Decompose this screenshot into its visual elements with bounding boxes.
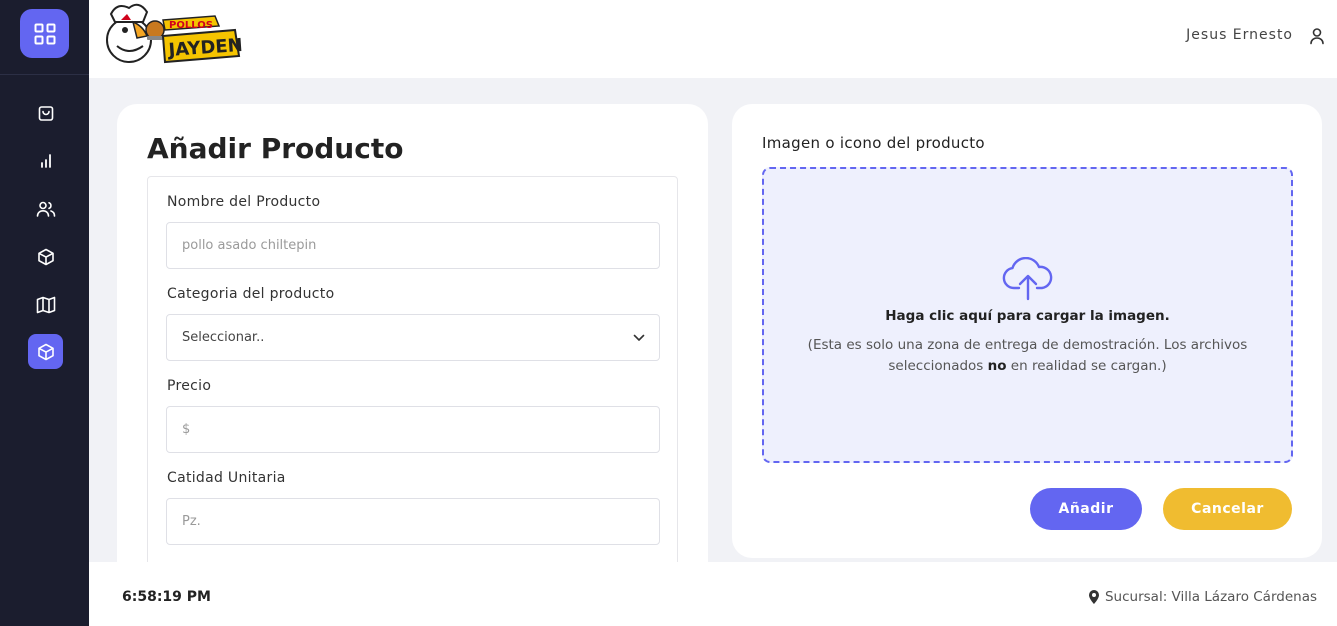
brand-logo[interactable]: POLLOS JAYDEN (97, 2, 243, 66)
category-select[interactable]: Seleccionar.. (166, 314, 660, 361)
image-label: Imagen o icono del producto (762, 134, 985, 152)
sidebar-item-branches[interactable] (28, 287, 63, 322)
cloud-upload-icon (1002, 257, 1053, 301)
sidebar-item-products[interactable] (28, 239, 63, 274)
brand-top-text: POLLOS (169, 20, 213, 31)
image-dropzone[interactable]: Haga clic aquí para cargar la imagen. (E… (762, 167, 1293, 463)
map-icon (36, 296, 55, 313)
category-label: Categoria del producto (167, 286, 335, 302)
top-header: POLLOS JAYDEN Jesus Ernesto (89, 0, 1337, 78)
users-icon (36, 201, 55, 217)
sidebar-divider (0, 74, 89, 75)
sidebar (0, 0, 89, 626)
sidebar-item-users[interactable] (28, 191, 63, 226)
cancel-button[interactable]: Cancelar (1163, 488, 1292, 530)
page-title: Añadir Producto (147, 132, 404, 165)
product-name-input[interactable] (166, 222, 660, 269)
product-form: Nombre del Producto Categoria del produc… (147, 176, 678, 584)
product-form-card: Añadir Producto Nombre del Producto Cate… (117, 104, 708, 584)
price-input[interactable] (166, 406, 660, 453)
category-selected-value: Seleccionar.. (182, 330, 265, 345)
sidebar-item-add-product[interactable] (28, 334, 63, 369)
dropzone-main-text: Haga clic aquí para cargar la imagen. (885, 308, 1170, 324)
apps-grid-button[interactable] (20, 9, 69, 58)
footer: 6:58:19 PM Sucursal: Villa Lázaro Cárden… (89, 562, 1337, 626)
price-label: Precio (167, 378, 212, 394)
sidebar-item-sales[interactable] (28, 95, 63, 130)
grid-icon (34, 23, 55, 44)
box-icon (37, 248, 54, 265)
image-upload-card: Imagen o icono del producto Haga clic aq… (732, 104, 1322, 558)
user-icon[interactable] (1309, 27, 1325, 49)
dropzone-sub-text-end: en realidad se cargan.) (1006, 358, 1167, 374)
product-name-label: Nombre del Producto (167, 194, 321, 210)
location-pin-icon (1088, 590, 1099, 604)
bar-chart-icon (40, 153, 51, 168)
shopping-bag-icon (38, 105, 53, 121)
add-button[interactable]: Añadir (1030, 488, 1142, 530)
clock-time: 6:58:19 PM (122, 589, 211, 605)
branch-text: Sucursal: Villa Lázaro Cárdenas (1104, 589, 1317, 605)
chevron-down-icon (633, 334, 645, 341)
quantity-input[interactable] (166, 498, 660, 545)
branch-info: Sucursal: Villa Lázaro Cárdenas (1088, 589, 1317, 605)
quantity-label: Catidad Unitaria (167, 470, 286, 486)
dropzone-sub-text: (Esta es solo una zona de entrega de dem… (804, 335, 1251, 377)
sidebar-item-reports[interactable] (28, 143, 63, 178)
user-name[interactable]: Jesus Ernesto (1186, 27, 1293, 43)
box-icon (37, 343, 54, 360)
dropzone-sub-text-bold: no (987, 358, 1007, 374)
